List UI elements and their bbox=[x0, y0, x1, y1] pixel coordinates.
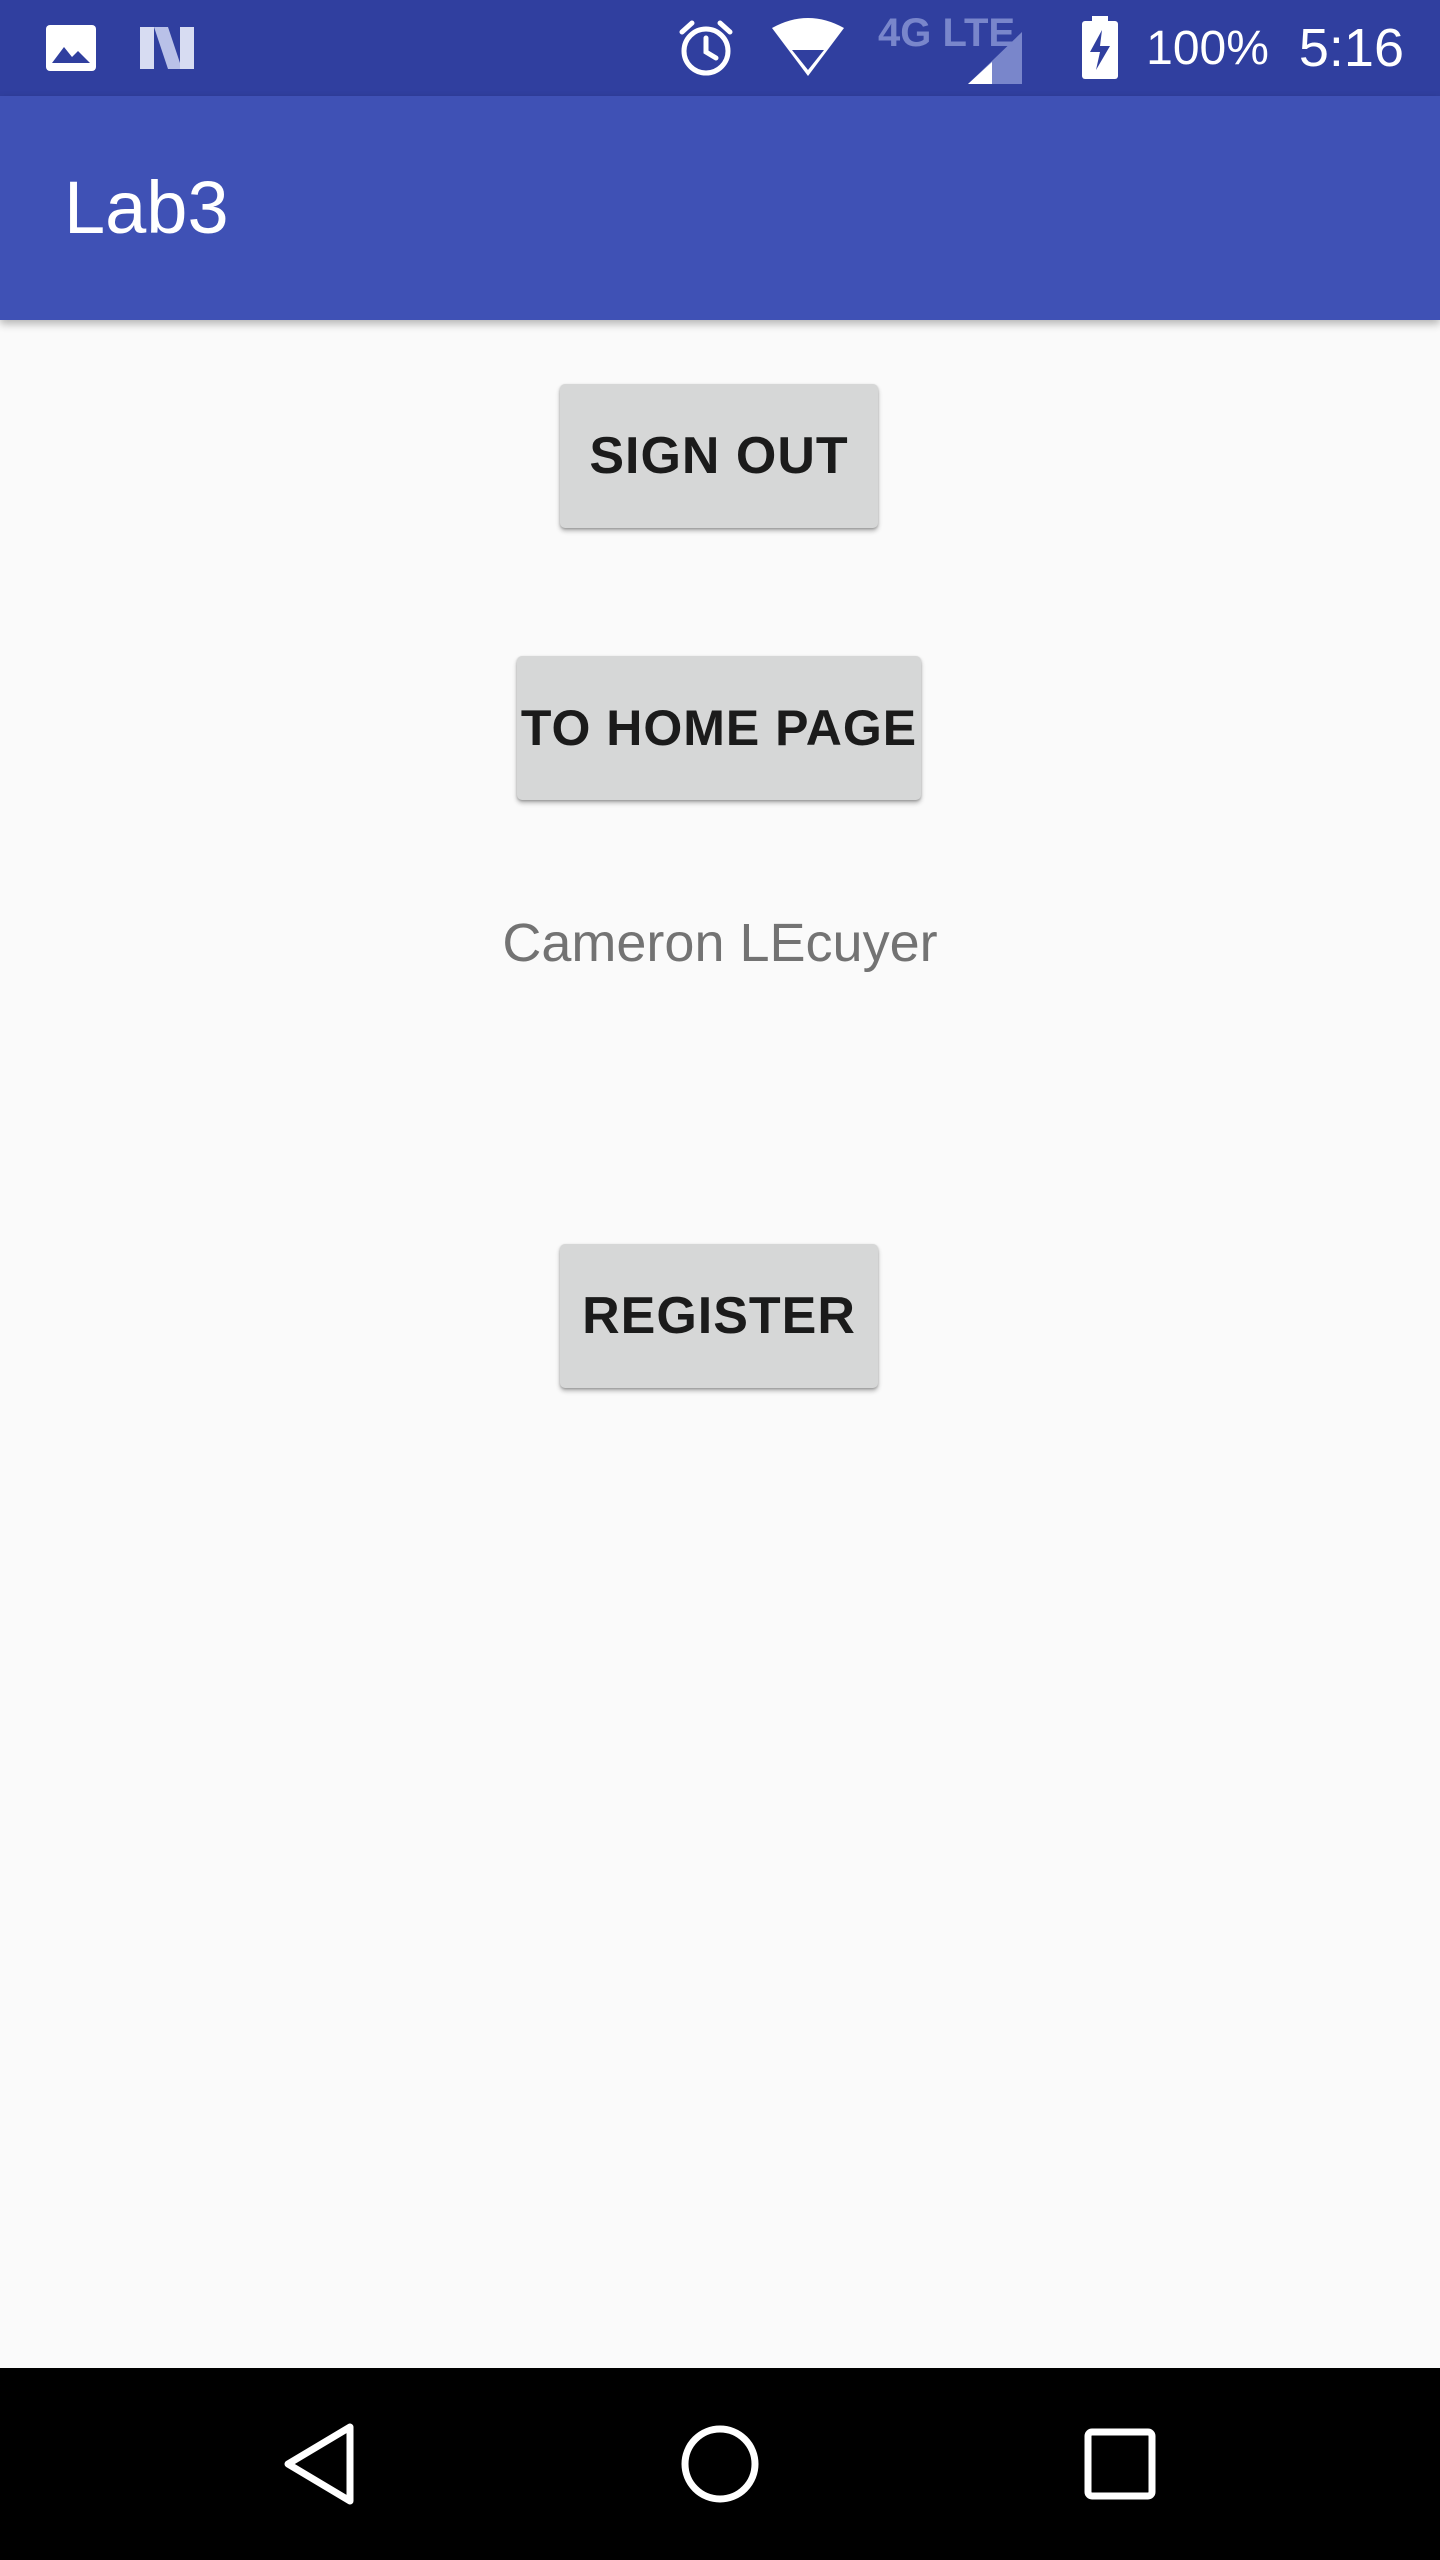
n-notification-icon bbox=[138, 23, 196, 73]
home-button[interactable] bbox=[660, 2404, 780, 2524]
navigation-bar bbox=[0, 2368, 1440, 2560]
recent-apps-button[interactable] bbox=[1060, 2404, 1180, 2524]
image-icon bbox=[44, 23, 98, 73]
home-icon bbox=[681, 2425, 759, 2503]
signal-icon: 4G LTE bbox=[876, 10, 1026, 86]
sign-out-button[interactable]: SIGN OUT bbox=[560, 384, 878, 528]
main-content: SIGN OUT TO HOME PAGE Cameron LEcuyer RE… bbox=[0, 320, 1440, 2368]
wifi-icon bbox=[770, 18, 846, 78]
battery-percent: 100% bbox=[1146, 21, 1269, 75]
status-bar: 4G LTE 100% 5:16 bbox=[0, 0, 1440, 96]
to-home-page-button[interactable]: TO HOME PAGE bbox=[517, 656, 921, 800]
alarm-icon bbox=[676, 18, 736, 78]
back-icon bbox=[284, 2423, 354, 2505]
app-bar: Lab3 bbox=[0, 96, 1440, 320]
recent-apps-icon bbox=[1084, 2428, 1156, 2500]
back-button[interactable] bbox=[260, 2404, 380, 2524]
app-title: Lab3 bbox=[64, 166, 229, 249]
battery-charging-icon bbox=[1080, 16, 1120, 80]
user-name-label: Cameron LEcuyer bbox=[502, 913, 938, 973]
register-button[interactable]: REGISTER bbox=[560, 1244, 878, 1388]
clock: 5:16 bbox=[1298, 18, 1404, 78]
network-type-label: 4G LTE bbox=[878, 11, 1015, 55]
